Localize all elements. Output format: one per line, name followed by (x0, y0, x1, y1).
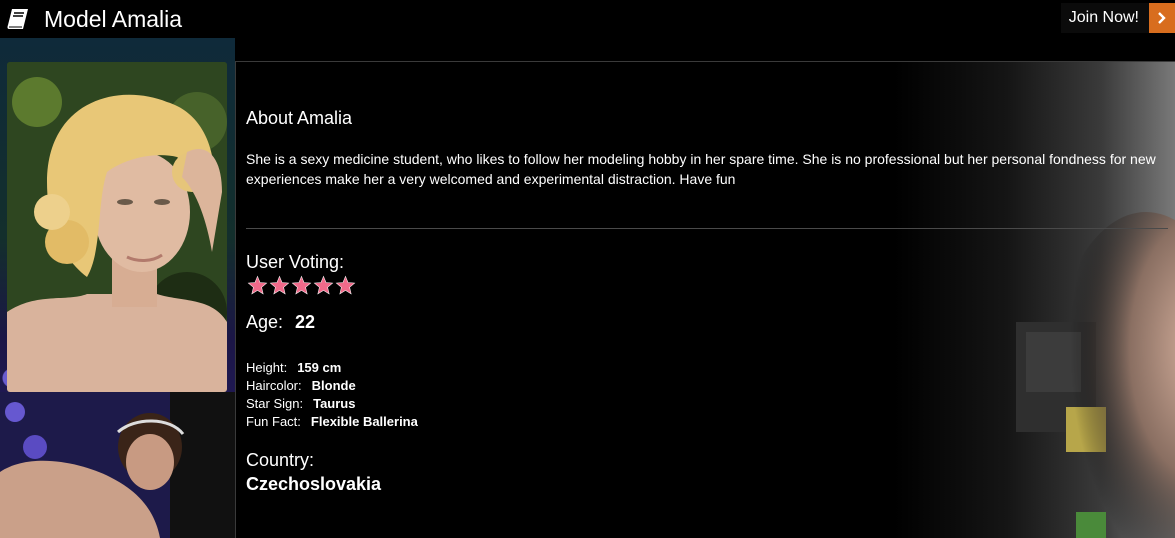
about-text: She is a sexy medicine student, who like… (246, 151, 1156, 187)
user-voting-label: User Voting: (246, 252, 345, 272)
detail-row-fun-fact: Fun Fact: Flexible Ballerina (246, 413, 418, 431)
details-list: Height: 159 cm Haircolor: Blonde Star Sign… (246, 359, 418, 431)
page: Model Amalia Join Now! About Amalia She … (0, 0, 1175, 538)
detail-row-haircolor: Haircolor: Blonde (246, 377, 418, 395)
detail-label: Haircolor: (246, 378, 302, 393)
chevron-right-icon[interactable] (1149, 3, 1175, 33)
model-photo[interactable] (7, 62, 227, 392)
detail-row-height: Height: 159 cm (246, 359, 418, 377)
star-icon[interactable] (313, 275, 334, 296)
join-now-label[interactable]: Join Now! (1061, 3, 1149, 33)
divider (246, 228, 1168, 229)
age-value: 22 (295, 312, 316, 332)
detail-value: 159 cm (297, 360, 342, 375)
detail-value: Taurus (313, 396, 356, 411)
detail-row-star-sign: Star Sign: Taurus (246, 395, 418, 413)
header: Model Amalia Join Now! (0, 0, 1175, 38)
country-value: Czechoslovakia (246, 474, 382, 494)
background-figure (1016, 212, 1175, 538)
country-label: Country: (246, 450, 315, 470)
detail-value: Flexible Ballerina (310, 414, 418, 429)
detail-label: Fun Fact: (246, 414, 301, 429)
user-voting-stars[interactable] (247, 275, 357, 297)
star-icon[interactable] (247, 275, 268, 296)
page-title: Model Amalia (44, 6, 183, 32)
star-icon[interactable] (269, 275, 290, 296)
star-icon[interactable] (291, 275, 312, 296)
profile-panel: About Amalia She is a sexy medicine stud… (235, 61, 1175, 538)
star-icon[interactable] (335, 275, 356, 296)
about-heading: About Amalia (246, 108, 353, 128)
age-label: Age: (246, 312, 284, 332)
secondary-photo[interactable] (0, 392, 235, 538)
age-row: Age: 22 (246, 312, 315, 333)
detail-value: Blonde (311, 378, 356, 393)
detail-label: Star Sign: (246, 396, 304, 411)
join-now-button[interactable]: Join Now! (1060, 3, 1175, 33)
detail-label: Height: (246, 360, 288, 375)
book-icon (7, 9, 28, 29)
